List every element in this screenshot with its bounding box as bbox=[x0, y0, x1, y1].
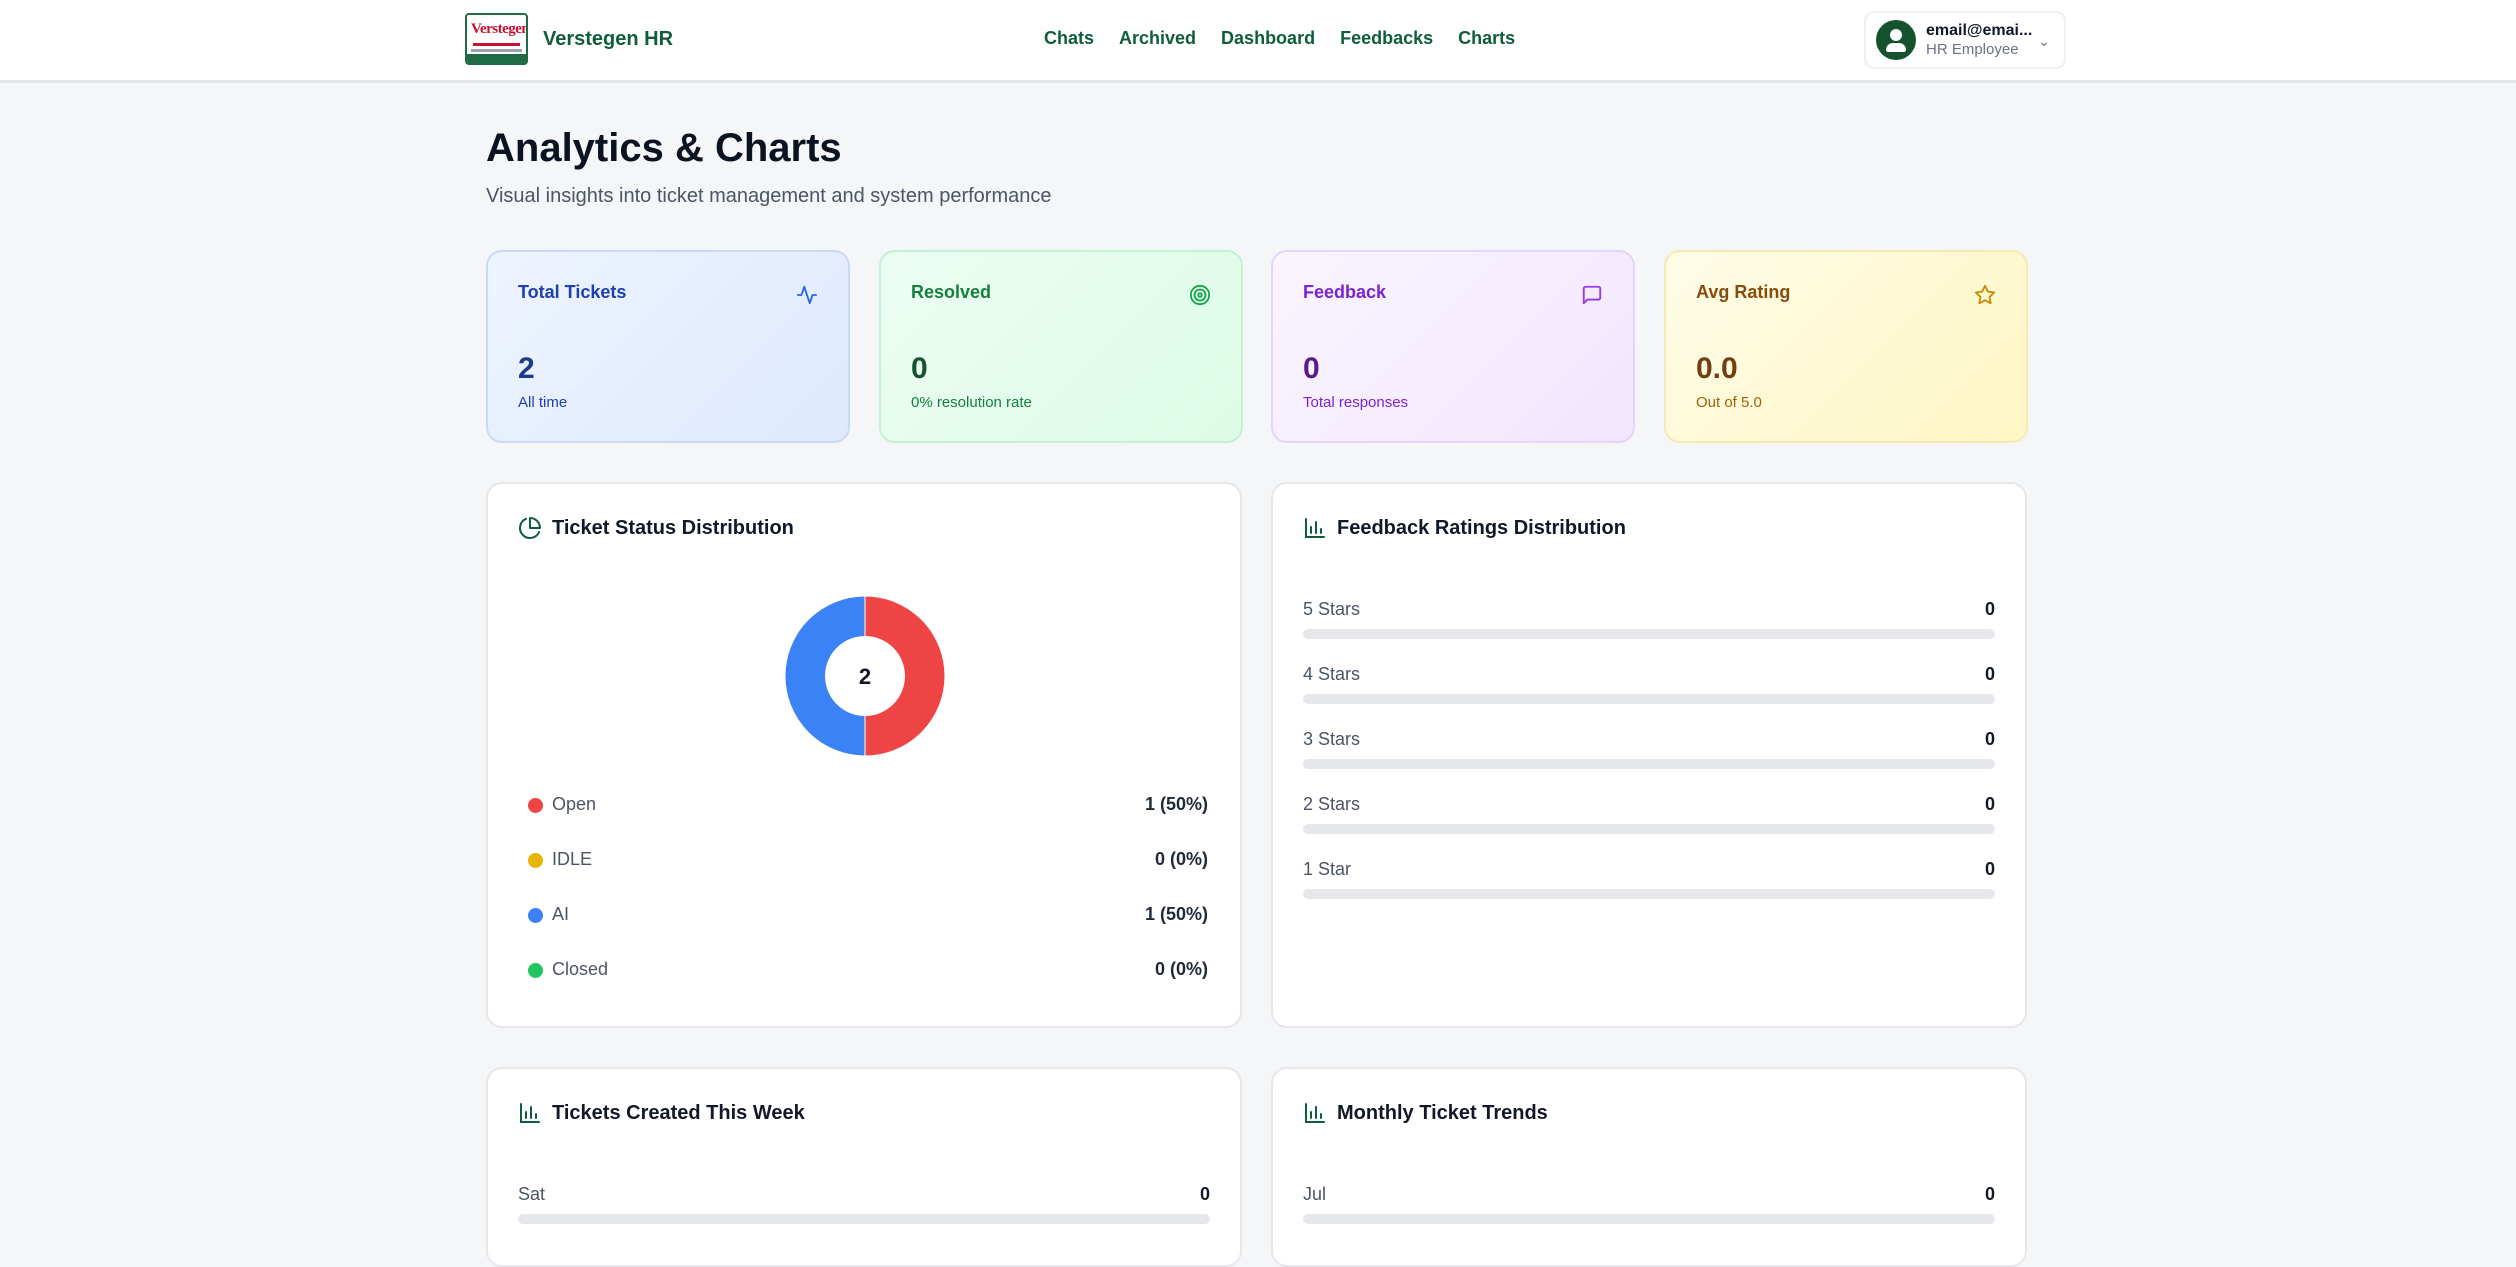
nav-chats[interactable]: Chats bbox=[1044, 28, 1094, 49]
stat-note: Total responses bbox=[1303, 394, 1409, 411]
rating-bar-track bbox=[1303, 629, 1995, 639]
month-row-jul: Jul 0 bbox=[1303, 1184, 1995, 1226]
legend-label: IDLE bbox=[552, 849, 593, 869]
main-nav: Chats Archived Dashboard Feedbacks Chart… bbox=[1044, 28, 1515, 49]
legend-value: 1 (50%) bbox=[1144, 904, 1208, 924]
company-logo: Verstegen bbox=[465, 13, 528, 65]
rating-bar-track bbox=[1303, 889, 1995, 899]
legend-item-idle: IDLE 0 (0%) bbox=[528, 845, 1208, 875]
status-dot bbox=[528, 798, 543, 813]
legend-value: 1 (50%) bbox=[1144, 794, 1208, 814]
stat-value: 0.0 bbox=[1696, 352, 1738, 385]
star-icon bbox=[1974, 284, 1996, 305]
rating-label: 4 Stars bbox=[1303, 664, 1361, 684]
brand-name: Verstegen HR bbox=[543, 27, 674, 50]
status-dot bbox=[528, 853, 543, 868]
rating-row-4: 4 Stars 0 bbox=[1303, 664, 1995, 706]
stat-label: Resolved bbox=[911, 282, 992, 302]
feedback-ratings-card: Feedback Ratings Distribution 5 Stars 0 … bbox=[1271, 482, 2027, 1028]
card-title: Feedback Ratings Distribution bbox=[1337, 516, 1626, 539]
status-dot bbox=[528, 908, 543, 923]
page-subtitle: Visual insights into ticket management a… bbox=[486, 185, 1052, 207]
day-bar-track bbox=[518, 1214, 1210, 1224]
card-title: Monthly Ticket Trends bbox=[1337, 1101, 1548, 1124]
nav-feedbacks[interactable]: Feedbacks bbox=[1340, 28, 1433, 49]
user-email: email@emai... bbox=[1926, 22, 2033, 40]
weekly-tickets-card: Tickets Created This Week Sat 0 bbox=[486, 1067, 1242, 1267]
stat-note: 0% resolution rate bbox=[911, 394, 1032, 411]
day-count: 0 bbox=[1199, 1184, 1210, 1204]
pie-chart-icon bbox=[519, 517, 541, 539]
month-count: 0 bbox=[1984, 1184, 1995, 1204]
status-donut-chart: 2 bbox=[783, 594, 947, 758]
user-role: HR Employee bbox=[1926, 40, 2019, 58]
nav-dashboard[interactable]: Dashboard bbox=[1221, 28, 1315, 49]
legend-item-ai: AI 1 (50%) bbox=[528, 900, 1208, 930]
day-label: Sat bbox=[518, 1184, 546, 1204]
legend-value: 0 (0%) bbox=[1154, 959, 1208, 979]
target-icon bbox=[1189, 284, 1211, 306]
brand[interactable]: Verstegen Verstegen HR bbox=[465, 13, 673, 65]
chevron-down-icon: ⌄ bbox=[2038, 33, 2050, 49]
rating-count: 0 bbox=[1984, 794, 1995, 814]
logo-wordmark: Verstegen bbox=[471, 21, 528, 37]
stat-card-avg-rating: Avg Rating 0.0 Out of 5.0 bbox=[1664, 250, 2028, 443]
ticket-status-card: Ticket Status Distribution 2 Open 1 (50%… bbox=[486, 482, 1242, 1028]
card-title: Tickets Created This Week bbox=[552, 1101, 805, 1124]
stat-label: Total Tickets bbox=[518, 282, 627, 302]
legend-label: AI bbox=[552, 904, 570, 924]
rating-row-5: 5 Stars 0 bbox=[1303, 599, 1995, 641]
legend-label: Closed bbox=[552, 959, 609, 979]
rating-count: 0 bbox=[1984, 859, 1995, 879]
rating-row-3: 3 Stars 0 bbox=[1303, 729, 1995, 771]
stat-card-resolved: Resolved 0 0% resolution rate bbox=[879, 250, 1243, 443]
stat-value: 2 bbox=[518, 352, 535, 385]
bar-chart-icon bbox=[1305, 1103, 1325, 1123]
rating-bar-track bbox=[1303, 694, 1995, 704]
nav-archived[interactable]: Archived bbox=[1119, 28, 1196, 49]
month-bar-track bbox=[1303, 1214, 1995, 1224]
rating-label: 2 Stars bbox=[1303, 794, 1361, 814]
donut-center-total: 2 bbox=[859, 664, 871, 689]
message-square-icon bbox=[1582, 285, 1602, 305]
activity-icon bbox=[796, 285, 818, 305]
user-avatar-icon bbox=[1876, 20, 1916, 60]
legend-label: Open bbox=[552, 794, 597, 814]
bar-chart-icon bbox=[1305, 518, 1325, 538]
card-title: Ticket Status Distribution bbox=[552, 516, 794, 539]
rating-count: 0 bbox=[1984, 729, 1995, 749]
rating-row-1: 1 Star 0 bbox=[1303, 859, 1995, 901]
month-label: Jul bbox=[1303, 1184, 1327, 1204]
stat-label: Avg Rating bbox=[1696, 282, 1791, 302]
rating-label: 1 Star bbox=[1303, 859, 1352, 879]
bar-chart-icon bbox=[520, 1103, 540, 1123]
rating-row-2: 2 Stars 0 bbox=[1303, 794, 1995, 836]
donut-svg: 2 bbox=[784, 595, 946, 757]
week-row-sat: Sat 0 bbox=[518, 1184, 1210, 1226]
page-title: Analytics & Charts bbox=[486, 126, 842, 170]
rating-bar-track bbox=[1303, 759, 1995, 769]
nav-charts[interactable]: Charts bbox=[1458, 28, 1515, 49]
stat-value: 0 bbox=[911, 352, 928, 385]
top-navbar: Verstegen Verstegen HR Chats Archived Da… bbox=[0, 0, 2516, 83]
rating-label: 3 Stars bbox=[1303, 729, 1361, 749]
rating-label: 5 Stars bbox=[1303, 599, 1361, 619]
legend-value: 0 (0%) bbox=[1154, 849, 1208, 869]
status-dot bbox=[528, 963, 543, 978]
legend-item-closed: Closed 0 (0%) bbox=[528, 955, 1208, 985]
monthly-trends-card: Monthly Ticket Trends Jul 0 bbox=[1271, 1067, 2027, 1267]
user-menu-button[interactable]: email@emai... HR Employee ⌄ bbox=[1864, 11, 2066, 69]
legend-item-open: Open 1 (50%) bbox=[528, 790, 1208, 820]
stat-card-feedback: Feedback 0 Total responses bbox=[1271, 250, 1635, 443]
rating-bar-track bbox=[1303, 824, 1995, 834]
stat-label: Feedback bbox=[1303, 282, 1387, 302]
rating-count: 0 bbox=[1984, 599, 1995, 619]
stat-value: 0 bbox=[1303, 352, 1320, 385]
stat-note: All time bbox=[518, 394, 568, 411]
stat-note: Out of 5.0 bbox=[1696, 394, 1762, 411]
rating-count: 0 bbox=[1984, 664, 1995, 684]
stat-card-total-tickets: Total Tickets 2 All time bbox=[486, 250, 850, 443]
